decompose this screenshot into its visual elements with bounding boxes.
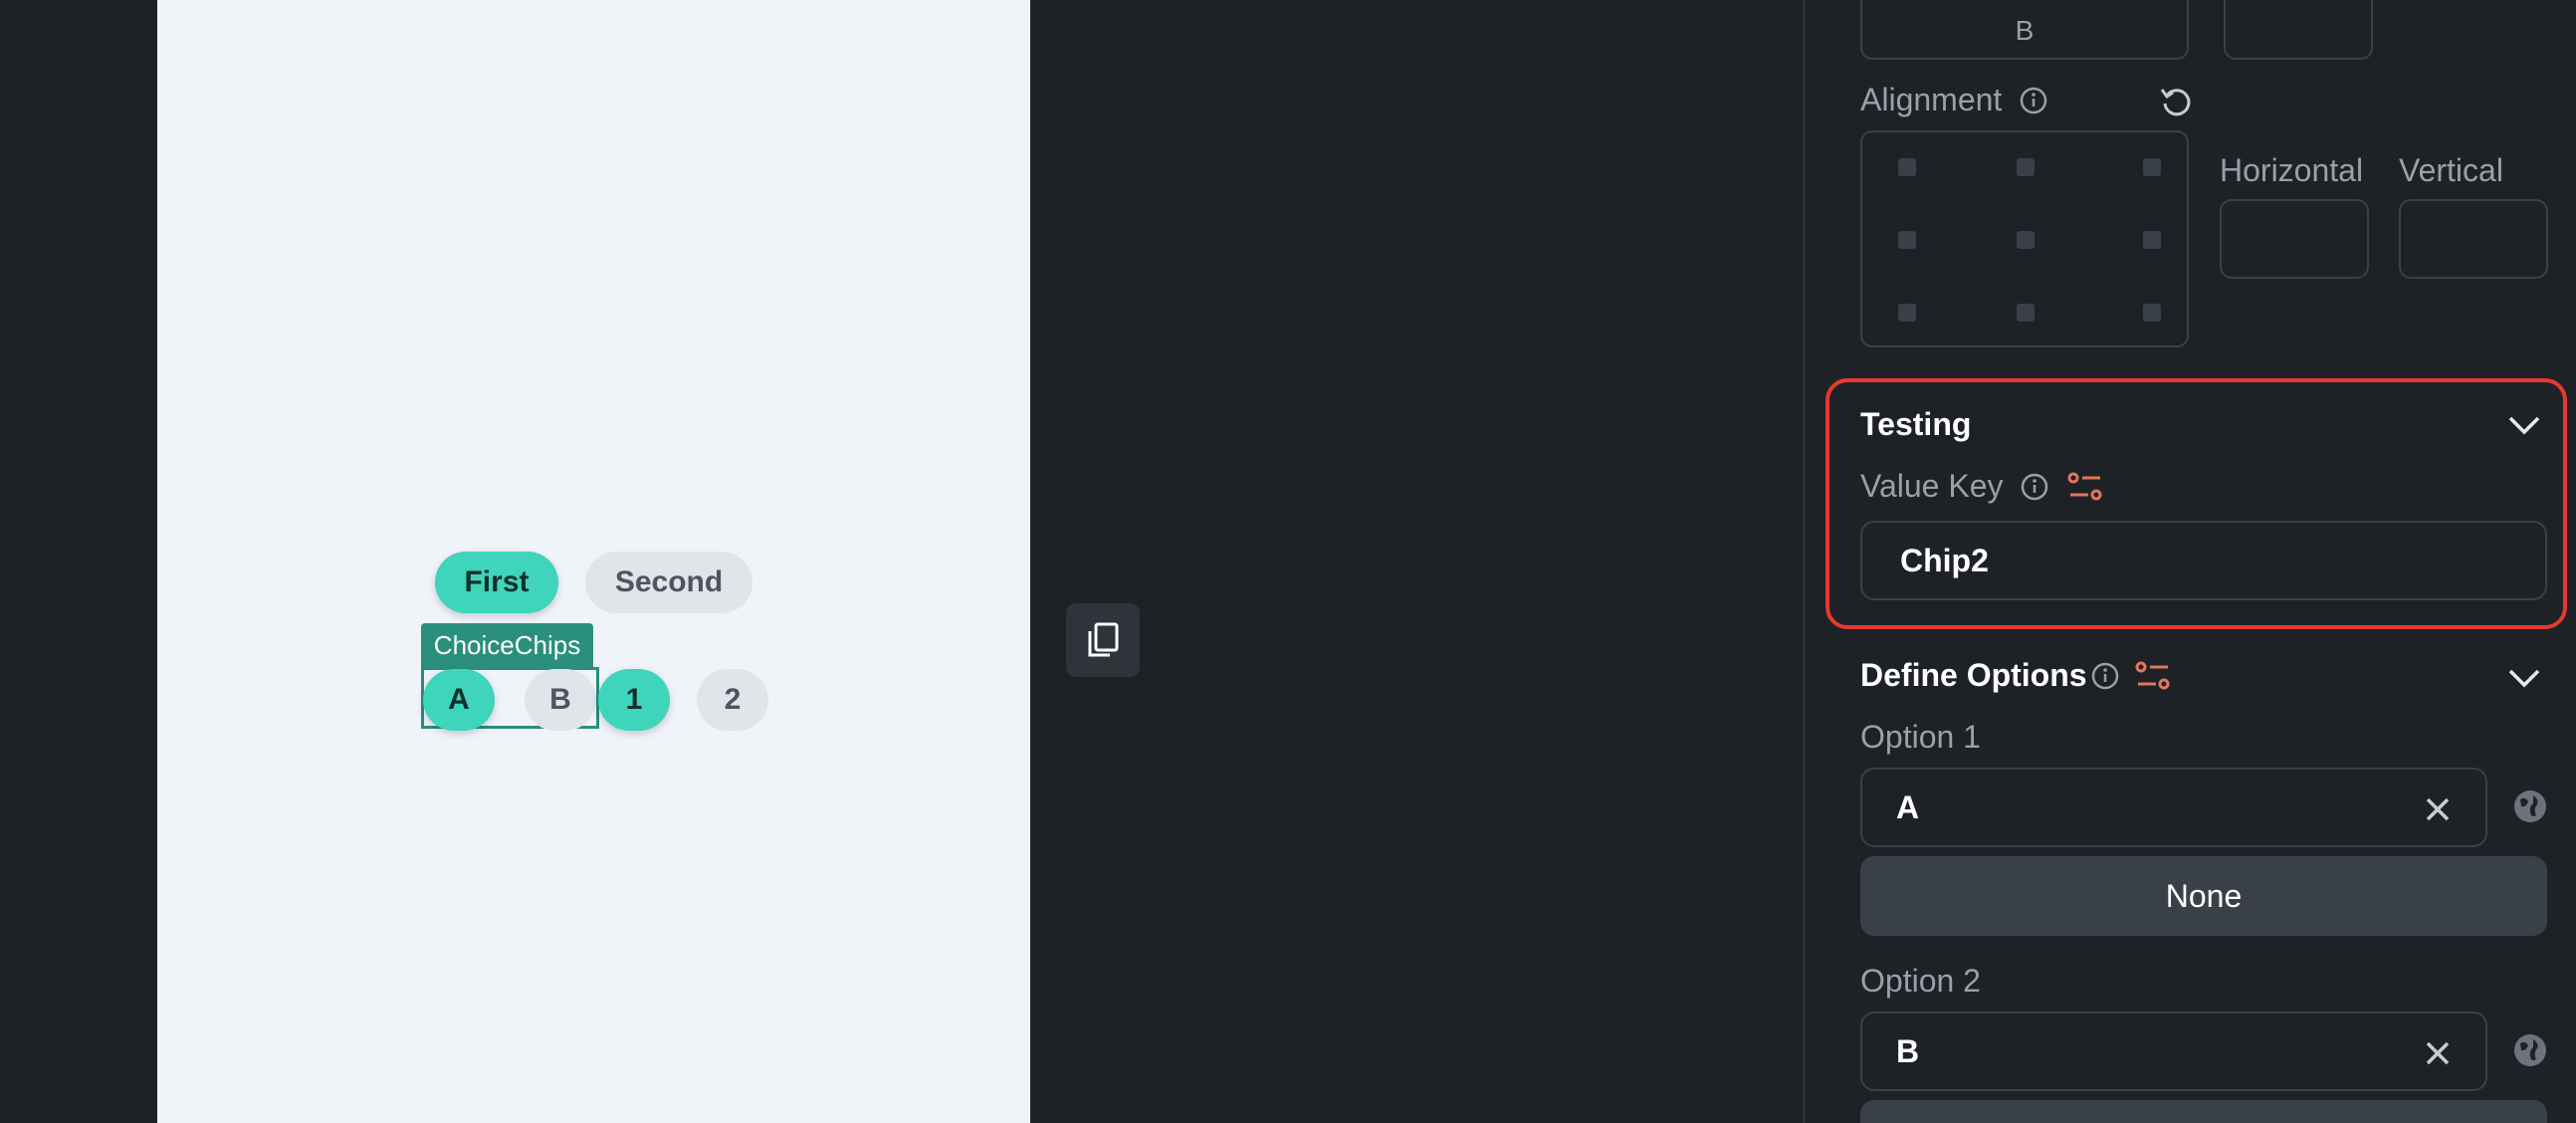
align-center-right[interactable] bbox=[2143, 231, 2161, 249]
testing-title: Testing bbox=[1860, 406, 1972, 442]
alignment-label: Alignment bbox=[1860, 82, 2003, 117]
option-1-value: A bbox=[1896, 788, 1920, 825]
option-2-input[interactable]: B bbox=[1860, 1011, 2487, 1091]
copy-icon bbox=[1088, 622, 1119, 657]
align-center[interactable] bbox=[2017, 231, 2035, 249]
copy-button[interactable] bbox=[1066, 603, 1140, 677]
padding-side-field[interactable] bbox=[2224, 0, 2373, 60]
align-center-left[interactable] bbox=[1898, 231, 1916, 249]
option-1-input[interactable]: A bbox=[1860, 768, 2487, 847]
widget-selection-tag: ChoiceChips bbox=[421, 623, 593, 667]
chevron-down-icon[interactable] bbox=[2506, 412, 2542, 438]
align-top-left[interactable] bbox=[1898, 158, 1916, 176]
info-icon bbox=[2021, 473, 2048, 501]
chip-b[interactable]: B bbox=[525, 669, 596, 731]
align-bottom-left[interactable] bbox=[1898, 304, 1916, 322]
vertical-input[interactable] bbox=[2399, 199, 2548, 279]
chip-1[interactable]: 1 bbox=[598, 669, 670, 731]
info-icon bbox=[2091, 662, 2119, 690]
canvas-background bbox=[1030, 0, 1803, 1123]
padding-bottom-field[interactable]: B bbox=[1860, 0, 2189, 60]
padding-bottom-value: B bbox=[2015, 15, 2035, 46]
align-bottom-center[interactable] bbox=[2017, 304, 2035, 322]
option-2-label: Option 2 bbox=[1860, 963, 1981, 999]
canvas-background bbox=[0, 0, 157, 1123]
alignment-grid[interactable] bbox=[1860, 130, 2189, 347]
align-top-center[interactable] bbox=[2017, 158, 2035, 176]
horizontal-label: Horizontal bbox=[2220, 152, 2364, 188]
chip-a[interactable]: A bbox=[423, 669, 495, 731]
variable-icon[interactable] bbox=[2134, 659, 2172, 693]
define-options-title: Define Options bbox=[1860, 657, 2087, 693]
vertical-label: Vertical bbox=[2399, 152, 2503, 188]
option-1-none-button[interactable]: None bbox=[1860, 856, 2547, 936]
chip-2[interactable]: 2 bbox=[697, 669, 768, 731]
globe-icon[interactable] bbox=[2511, 787, 2549, 825]
value-key-value: Chip2 bbox=[1900, 542, 1989, 578]
close-icon[interactable] bbox=[2424, 795, 2452, 823]
globe-icon[interactable] bbox=[2511, 1031, 2549, 1069]
option-2-value: B bbox=[1896, 1032, 1920, 1069]
align-bottom-right[interactable] bbox=[2143, 304, 2161, 322]
horizontal-input[interactable] bbox=[2220, 199, 2369, 279]
chip-first[interactable]: First bbox=[435, 552, 558, 613]
value-key-label: Value Key bbox=[1860, 468, 2004, 504]
option-1-label: Option 1 bbox=[1860, 719, 1981, 755]
variable-icon[interactable] bbox=[2066, 470, 2104, 504]
option-2-none-button[interactable] bbox=[1860, 1100, 2547, 1123]
chevron-down-icon[interactable] bbox=[2506, 665, 2542, 691]
info-icon bbox=[2020, 87, 2047, 114]
align-top-right[interactable] bbox=[2143, 158, 2161, 176]
reset-icon[interactable] bbox=[2158, 84, 2194, 119]
value-key-input[interactable]: Chip2 bbox=[1860, 521, 2547, 600]
close-icon[interactable] bbox=[2424, 1039, 2452, 1067]
chip-second[interactable]: Second bbox=[585, 552, 752, 613]
